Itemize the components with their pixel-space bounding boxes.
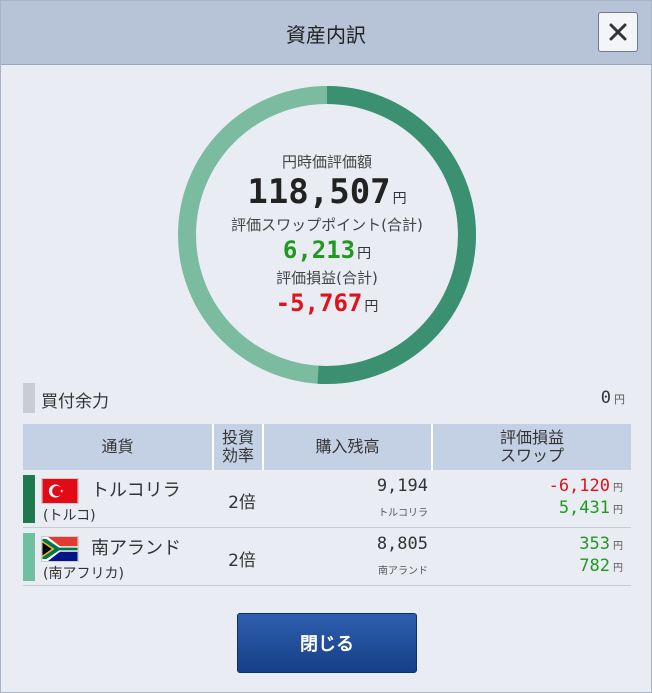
unrealized-pl-value: -5,767 <box>275 289 363 317</box>
yen-valuation-value: 118,507 <box>247 172 391 212</box>
close-button[interactable] <box>598 12 638 52</box>
buying-power-row: 買付余力 0円 <box>23 383 631 413</box>
buying-power-value: 0 <box>600 388 611 408</box>
position-unit: トルコリラ <box>378 508 428 519</box>
header-position: 購入残高 <box>264 424 433 470</box>
swap-unit: 円 <box>613 505 623 516</box>
currency-name: トルコリラ <box>91 480 181 501</box>
valuation-summary: 円時価評価額 118,507 円 評価スワップポイント(合計) 6,213 円 評価… <box>177 151 477 318</box>
pl-unit: 円 <box>613 483 623 494</box>
swap-value-wrap: 5,431 円 <box>559 498 623 518</box>
pl-value: -6,120 <box>548 476 610 496</box>
yen-valuation-label: 円時価評価額 <box>281 153 372 171</box>
currency-country: (南アフリカ) <box>43 566 124 582</box>
swap-value-wrap: 782 円 <box>579 556 623 576</box>
currency-name: 南アランド <box>91 538 181 559</box>
header-currency: 通貨 <box>23 424 214 470</box>
leverage-value: 2倍 <box>228 493 256 513</box>
pl-unit: 円 <box>613 541 623 552</box>
table-row-south-african-rand[interactable]: 南アランド (南アフリカ) 2倍 8,805 南アランド 353 円 782 円 <box>23 528 631 586</box>
pl-value-wrap: -6,120 円 <box>549 476 623 496</box>
buying-power-label: 買付余力 <box>41 392 109 412</box>
pl-value: 353 <box>579 534 610 554</box>
position-unit: 南アランド <box>378 566 428 577</box>
yen-valuation-unit: 円 <box>392 191 407 207</box>
swap-unit: 円 <box>613 563 623 574</box>
holdings-table: 通貨 投資 効率 購入残高 評価損益 スワップ トルコリラ (トルコ) 2倍 9… <box>23 424 631 586</box>
asset-breakdown-dialog: 資産内訳 円時価評価額 118,507 円 評価スワップポイント(合計) 6,21… <box>0 0 652 693</box>
unrealized-pl-label: 評価損益(合計) <box>276 269 378 287</box>
title-bar: 資産内訳 <box>1 1 651 65</box>
buying-power-value-wrap: 0円 <box>601 388 625 408</box>
table-row-turkish-lira[interactable]: トルコリラ (トルコ) 2倍 9,194 トルコリラ -6,120 円 5,431… <box>23 470 631 528</box>
south-africa-flag-icon <box>41 536 79 562</box>
buying-power-unit: 円 <box>614 393 625 406</box>
pl-value-wrap: 353 円 <box>579 534 623 554</box>
unrealized-pl-unit: 円 <box>364 299 379 315</box>
swap-value: 782 <box>579 556 610 576</box>
swap-value: 5,431 <box>558 498 610 518</box>
currency-country: (トルコ) <box>43 508 96 524</box>
buying-power-marker <box>23 383 35 413</box>
row-color-marker <box>23 533 35 581</box>
swap-points-unit: 円 <box>357 246 372 262</box>
header-pl-swap: 評価損益 スワップ <box>499 428 564 465</box>
close-icon <box>609 23 627 41</box>
table-header: 通貨 投資 効率 購入残高 評価損益 スワップ <box>23 424 631 470</box>
header-leverage: 投資 効率 <box>214 424 264 470</box>
row-color-marker <box>23 475 35 523</box>
position-value: 8,805 <box>376 534 428 554</box>
swap-points-value: 6,213 <box>282 236 356 264</box>
turkey-flag-icon <box>41 478 79 504</box>
close-dialog-button[interactable]: 閉じる <box>237 613 417 673</box>
position-value: 9,194 <box>376 476 428 496</box>
leverage-value: 2倍 <box>228 551 256 571</box>
swap-points-label: 評価スワップポイント(合計) <box>231 216 423 234</box>
dialog-title: 資産内訳 <box>286 23 366 47</box>
